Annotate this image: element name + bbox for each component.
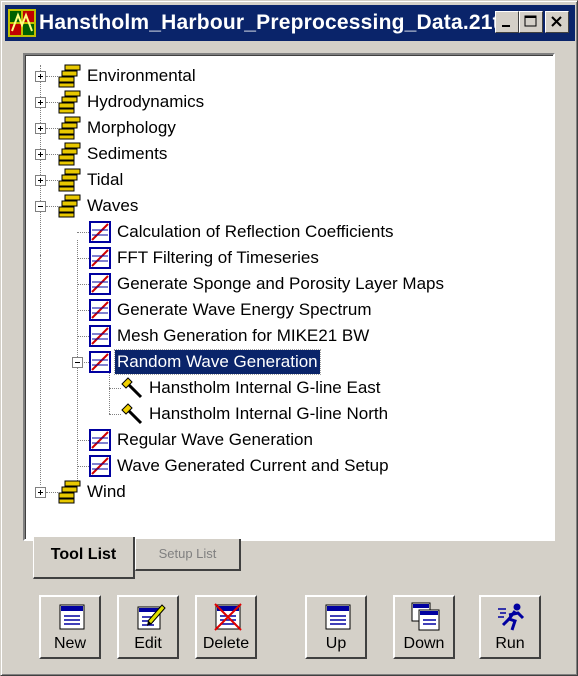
folder-stack-icon [58,480,81,504]
tool-tree[interactable]: Environmental Hydrodynamics Morphology S… [23,53,555,541]
tool-icon [89,351,111,373]
down-button-label: Down [403,635,445,652]
maximize-icon [524,15,537,27]
expand-button[interactable] [35,487,46,498]
app-window: Hanstholm_Harbour_Preprocessing_Data.21t [0,0,578,676]
new-document-icon [59,604,85,630]
tree-node-label[interactable]: Morphology [85,116,178,140]
run-button[interactable]: Run [479,595,541,659]
up-button-label: Up [325,635,347,652]
tool-icon [89,299,111,321]
tree-item-label[interactable]: Calculation of Reflection Coefficients [115,220,396,244]
expand-button[interactable] [35,149,46,160]
folder-stack-icon [58,90,81,114]
window-title: Hanstholm_Harbour_Preprocessing_Data.21t [39,11,500,34]
tool-icon [89,325,111,347]
tool-icon [89,273,111,295]
tree-item-label[interactable]: Generate Sponge and Porosity Layer Maps [115,272,446,296]
new-button[interactable]: New [39,595,101,659]
tab-strip: Tool List Setup List [23,537,555,583]
run-button-label: Run [495,635,525,652]
hammer-icon [121,403,143,425]
tool-icon [89,429,111,451]
run-icon [498,603,525,631]
edit-button-label: Edit [134,635,162,652]
expand-button[interactable] [35,97,46,108]
tool-icon [89,455,111,477]
app-icon[interactable] [8,9,36,37]
up-button[interactable]: Up [305,595,367,659]
maximize-button[interactable] [519,11,543,33]
down-button[interactable]: Down [393,595,455,659]
delete-icon [214,603,242,631]
tree-node-label[interactable]: Sediments [85,142,169,166]
folder-stack-icon [58,194,81,218]
delete-button[interactable]: Delete [195,595,257,659]
tree-item-label[interactable]: Generate Wave Energy Spectrum [115,298,374,322]
new-button-label: New [53,635,86,652]
tree-item-label[interactable]: FFT Filtering of Timeseries [115,246,321,270]
expand-button[interactable] [35,123,46,134]
edit-document-icon [137,604,166,630]
folder-stack-icon [58,64,81,88]
expand-button[interactable] [35,71,46,82]
folder-stack-icon [58,168,81,192]
move-up-icon [325,604,351,630]
setup-item-label[interactable]: Hanstholm Internal G-line East [147,376,383,400]
tab-setup-list[interactable]: Setup List [135,539,241,571]
setup-item-label[interactable]: Hanstholm Internal G-line North [147,402,390,426]
title-bar[interactable]: Hanstholm_Harbour_Preprocessing_Data.21t [5,5,575,41]
minimize-icon [502,25,510,27]
tree-node-label[interactable]: Tidal [85,168,125,192]
minimize-button[interactable] [495,11,519,33]
tree-line [40,255,41,485]
tree-node-label[interactable]: Environmental [85,64,198,88]
folder-stack-icon [58,142,81,166]
expand-button[interactable] [35,175,46,186]
tree-node-label[interactable]: Waves [85,194,140,218]
collapse-button[interactable] [35,201,46,212]
tree-item-label-selected[interactable]: Random Wave Generation [114,349,321,375]
tool-icon [89,221,111,243]
tree-item-label[interactable]: Regular Wave Generation [115,428,315,452]
tree-line [40,65,41,255]
close-button[interactable] [545,11,569,33]
tool-icon [89,247,111,269]
move-down-icon [411,602,440,631]
tree-node-label[interactable]: Wind [85,480,128,504]
folder-stack-icon [58,116,81,140]
tree-item-label[interactable]: Wave Generated Current and Setup [115,454,391,478]
edit-button[interactable]: Edit [117,595,179,659]
tree-item-label[interactable]: Mesh Generation for MIKE21 BW [115,324,371,348]
delete-button-label: Delete [202,635,250,652]
close-icon [551,16,562,27]
hammer-icon [121,377,143,399]
tree-node-label[interactable]: Hydrodynamics [85,90,206,114]
tab-tool-list[interactable]: Tool List [33,537,135,579]
